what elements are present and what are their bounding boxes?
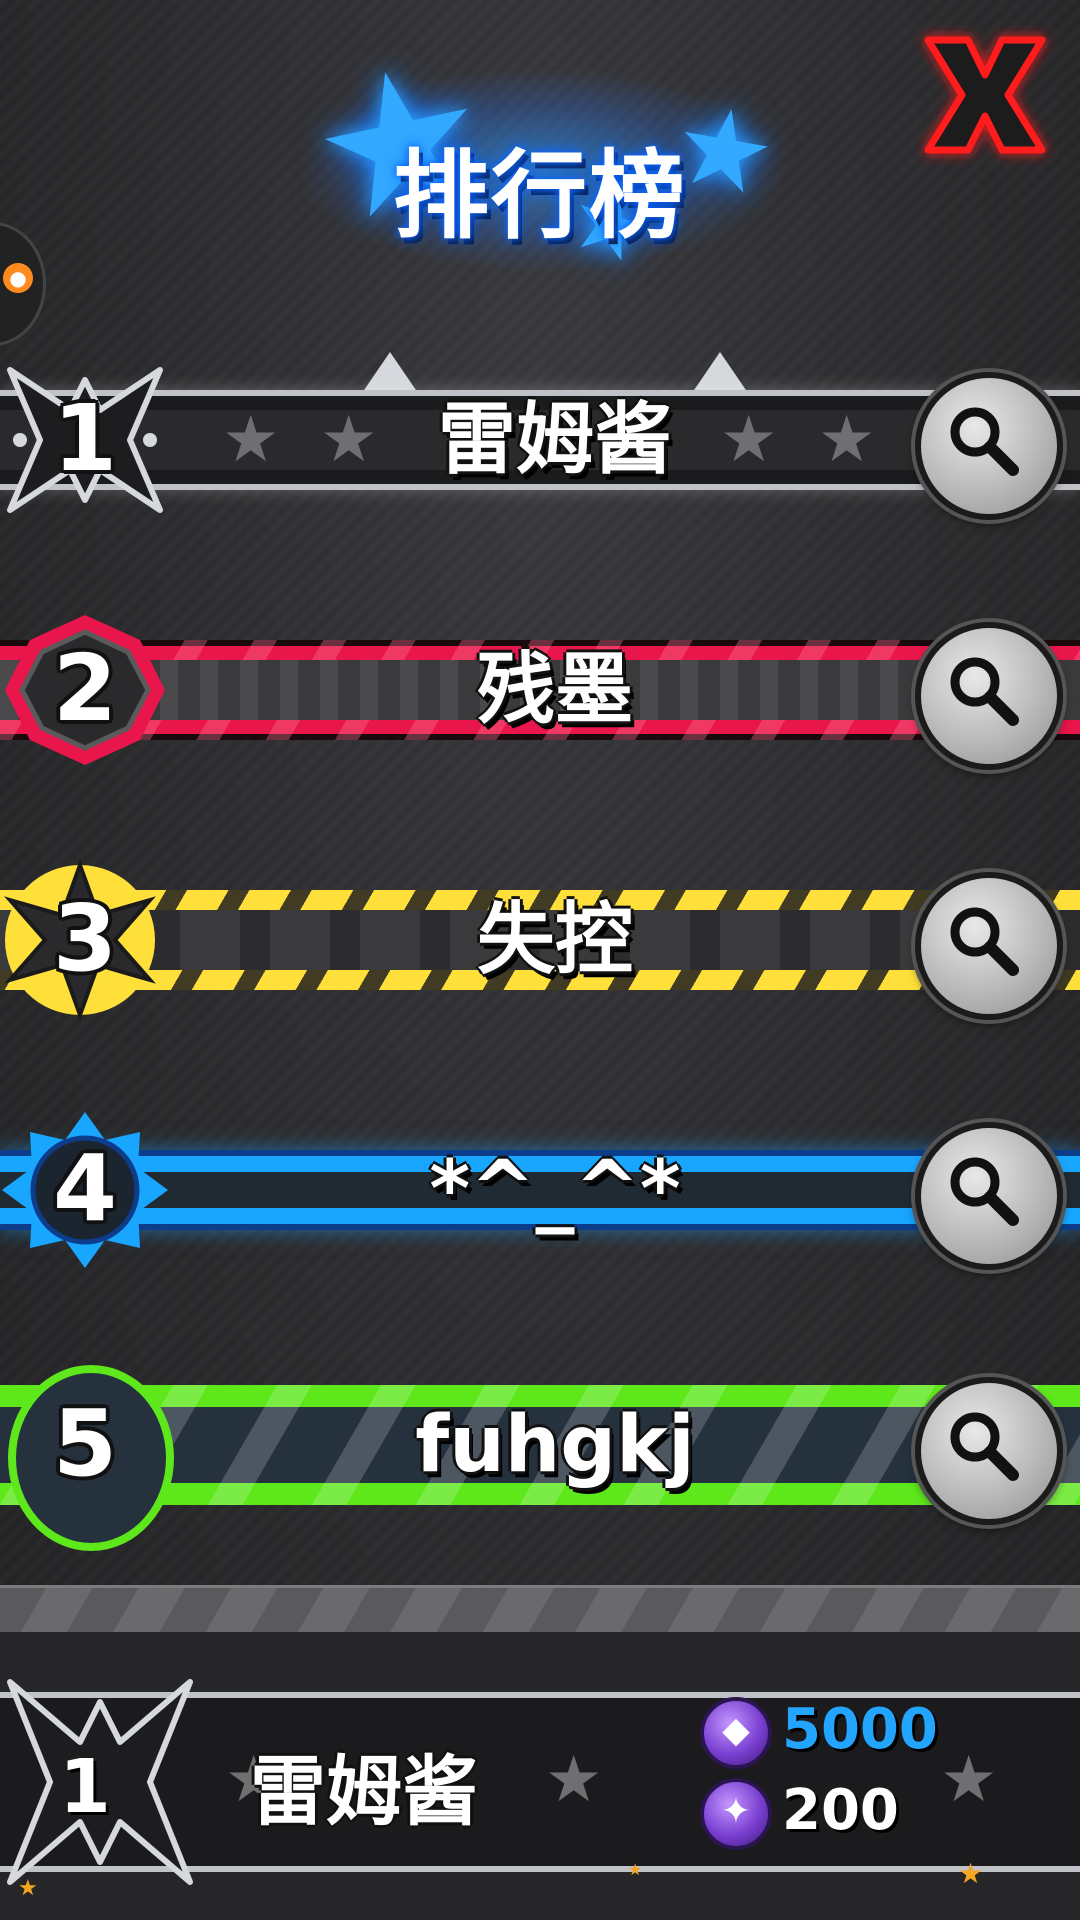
my-rank-number: 1 bbox=[59, 1744, 111, 1830]
search-icon bbox=[950, 1412, 1019, 1481]
leaderboard-row: 2 残墨 bbox=[0, 590, 1080, 790]
leaderboard-row: 5 fuhgkj bbox=[0, 1345, 1080, 1551]
my-player-name: 雷姆酱 bbox=[250, 1747, 478, 1836]
star-icon: ★ bbox=[545, 1743, 603, 1817]
divider bbox=[0, 1585, 1080, 1637]
search-icon bbox=[950, 907, 1019, 976]
leaderboard-row: 4 *^_^* bbox=[0, 1090, 1080, 1290]
search-button[interactable] bbox=[915, 622, 1063, 770]
rank-number: 2 bbox=[52, 635, 117, 742]
search-icon bbox=[950, 657, 1019, 726]
leaderboard-row: 3 失控 bbox=[0, 840, 1080, 1040]
search-button[interactable] bbox=[915, 372, 1063, 520]
player-name: 残墨 bbox=[476, 645, 633, 735]
search-icon bbox=[950, 407, 1019, 476]
currency-amount: 200 bbox=[782, 1778, 899, 1843]
rank-number: 1 bbox=[52, 385, 117, 492]
currency-amount: 5000 bbox=[782, 1697, 938, 1762]
player-name: *^_^* bbox=[429, 1145, 681, 1235]
header: ★ ★ ★ 排行榜 ● bbox=[0, 0, 1080, 346]
close-icon bbox=[924, 36, 1046, 154]
leaderboard-screen: ★ ★ ★ 排行榜 ● ★ ★ ★ ★ 1 雷姆酱 2 残墨 3 失控 4 *^… bbox=[0, 0, 1080, 1920]
search-icon bbox=[950, 1157, 1019, 1226]
close-button[interactable] bbox=[910, 20, 1060, 170]
purple-crystal-coin-icon: ✦ bbox=[700, 1778, 772, 1850]
star-icon: ★ bbox=[18, 1876, 38, 1901]
player-name: 雷姆酱 bbox=[437, 395, 672, 485]
search-button[interactable] bbox=[915, 1377, 1063, 1525]
rank-number: 4 bbox=[52, 1135, 117, 1242]
player-name: 失控 bbox=[476, 895, 633, 985]
star-icon: ★ bbox=[958, 1857, 984, 1890]
star-icon: ★ bbox=[628, 1860, 643, 1879]
player-name: fuhgkj bbox=[415, 1400, 695, 1490]
notification-icon: ● bbox=[3, 263, 33, 293]
search-button[interactable] bbox=[915, 872, 1063, 1020]
currency-gem: ◆ 5000 bbox=[700, 1695, 1000, 1769]
leaderboard-row: ★ ★ ★ ★ 1 雷姆酱 bbox=[0, 340, 1080, 540]
rank-number: 3 bbox=[52, 885, 117, 992]
currency-crystal: ✦ 200 bbox=[700, 1776, 1000, 1850]
search-button[interactable] bbox=[915, 1122, 1063, 1270]
rank-number: 5 bbox=[52, 1390, 117, 1497]
purple-gem-coin-icon: ◆ bbox=[700, 1697, 772, 1769]
